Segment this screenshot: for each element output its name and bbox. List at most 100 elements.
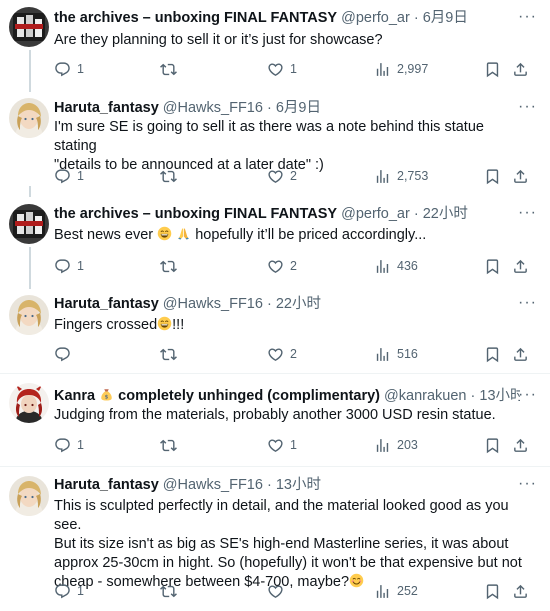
timestamp[interactable]: 13小时 (479, 388, 520, 404)
reply-button[interactable]: 1 (54, 582, 84, 600)
bookmark-button[interactable] (484, 167, 501, 185)
avatar[interactable] (9, 295, 49, 335)
display-name-suffix[interactable]: completely unhinged (complimentary) (118, 388, 380, 404)
share-button[interactable] (512, 257, 529, 275)
retweet-button[interactable] (160, 257, 183, 275)
share-button[interactable] (512, 436, 529, 454)
text-segment: Best news ever (54, 227, 154, 243)
text-line: approx 25-30cm in hight. So (hopefully) … (54, 555, 522, 571)
tweet-6[interactable]: Haruta_fantasy @Hawks_FF16 · 13小时 ··· Th… (0, 467, 550, 611)
avatar[interactable] (9, 98, 49, 138)
timestamp[interactable]: 13小时 (276, 477, 321, 493)
dot-separator: · (470, 388, 476, 404)
tweet-text: This is sculpted perfectly in detail, an… (54, 497, 530, 592)
like-icon (267, 168, 284, 185)
user-handle[interactable]: @Hawks_FF16 (163, 296, 263, 312)
reply-button[interactable]: 1 (54, 167, 84, 185)
reply-count: 1 (77, 584, 84, 598)
user-handle[interactable]: @Hawks_FF16 (163, 100, 263, 116)
thread-connector (29, 247, 31, 289)
reply-button[interactable]: 1 (54, 257, 84, 275)
reply-icon (54, 61, 71, 78)
views-button[interactable]: 436 (374, 257, 418, 275)
like-count: 2 (290, 169, 297, 183)
action-bar: 1 1 203 (54, 436, 536, 454)
bookmark-button[interactable] (484, 436, 501, 454)
display-name[interactable]: Haruta_fantasy (54, 296, 159, 312)
money-bag-emoji-icon (99, 387, 114, 402)
display-name[interactable]: Kanra (54, 388, 95, 404)
views-button[interactable]: 252 (374, 582, 418, 600)
views-button[interactable]: 2,753 (374, 167, 428, 185)
reply-icon (54, 168, 71, 185)
share-button[interactable] (512, 60, 529, 78)
retweet-button[interactable] (160, 436, 183, 454)
retweet-button[interactable] (160, 345, 183, 363)
more-icon[interactable]: ··· (518, 295, 536, 316)
timestamp[interactable]: 6月9日 (276, 100, 321, 116)
display-name[interactable]: the archives – unboxing FINAL FANTASY (54, 206, 337, 222)
avatar[interactable] (9, 7, 49, 47)
tweet-4[interactable]: Haruta_fantasy @Hawks_FF16 · 22小时 ··· Fi… (0, 285, 550, 373)
user-handle[interactable]: @kanrakuen (384, 388, 466, 404)
like-button[interactable]: 2 (267, 345, 297, 363)
reply-count: 1 (77, 169, 84, 183)
tweet-3[interactable]: the archives – unboxing FINAL FANTASY @p… (0, 186, 550, 289)
tweet-2[interactable]: Haruta_fantasy @Hawks_FF16 · 6月9日 ··· I'… (0, 88, 550, 195)
bookmark-icon (484, 583, 501, 600)
share-button[interactable] (512, 345, 529, 363)
action-bar: 1 2 436 (54, 257, 536, 275)
reply-button[interactable]: 1 (54, 60, 84, 78)
share-button[interactable] (512, 582, 529, 600)
like-icon (267, 583, 284, 600)
timestamp[interactable]: 6月9日 (423, 10, 468, 26)
like-button[interactable] (267, 582, 290, 600)
user-handle[interactable]: @perfo_ar (341, 206, 410, 222)
views-icon (374, 437, 391, 454)
dot-separator: · (413, 206, 419, 222)
more-icon[interactable]: ··· (518, 476, 536, 497)
thread-connector (29, 50, 31, 92)
dot-separator: · (266, 100, 272, 116)
bookmark-button[interactable] (484, 345, 501, 363)
retweet-button[interactable] (160, 60, 183, 78)
bookmark-button[interactable] (484, 582, 501, 600)
more-icon[interactable]: ··· (518, 9, 536, 30)
avatar[interactable] (9, 476, 49, 516)
like-button[interactable]: 1 (267, 436, 297, 454)
timestamp[interactable]: 22小时 (423, 206, 468, 222)
retweet-button[interactable] (160, 167, 183, 185)
display-name[interactable]: the archives – unboxing FINAL FANTASY (54, 10, 337, 26)
views-button[interactable]: 516 (374, 345, 418, 363)
timestamp[interactable]: 22小时 (276, 296, 321, 312)
avatar[interactable] (9, 383, 49, 423)
avatar[interactable] (9, 204, 49, 244)
like-count: 2 (290, 347, 297, 361)
like-button[interactable]: 2 (267, 257, 297, 275)
text-segment: hopefully it’ll be priced accordingly... (195, 227, 427, 243)
action-bar: 2 516 (54, 345, 536, 363)
views-button[interactable]: 203 (374, 436, 418, 454)
display-name[interactable]: Haruta_fantasy (54, 100, 159, 116)
tweet-5[interactable]: Kanra completely unhinged (complimentary… (0, 374, 550, 466)
bookmark-button[interactable] (484, 60, 501, 78)
like-button[interactable]: 1 (267, 60, 297, 78)
views-icon (374, 583, 391, 600)
reply-button[interactable] (54, 345, 77, 363)
text-line: I'm sure SE is going to sell it as there… (54, 119, 484, 154)
like-button[interactable]: 2 (267, 167, 297, 185)
action-bar: 1 1 2,997 (54, 60, 536, 78)
more-icon[interactable]: ··· (518, 205, 536, 226)
bookmark-icon (484, 437, 501, 454)
retweet-button[interactable] (160, 582, 183, 600)
retweet-icon (160, 168, 177, 185)
share-button[interactable] (512, 167, 529, 185)
thread-connector (29, 186, 31, 197)
user-handle[interactable]: @Hawks_FF16 (163, 477, 263, 493)
tweet-1[interactable]: the archives – unboxing FINAL FANTASY @p… (0, 0, 550, 92)
bookmark-button[interactable] (484, 257, 501, 275)
reply-button[interactable]: 1 (54, 436, 84, 454)
display-name[interactable]: Haruta_fantasy (54, 477, 159, 493)
views-button[interactable]: 2,997 (374, 60, 428, 78)
user-handle[interactable]: @perfo_ar (341, 10, 410, 26)
